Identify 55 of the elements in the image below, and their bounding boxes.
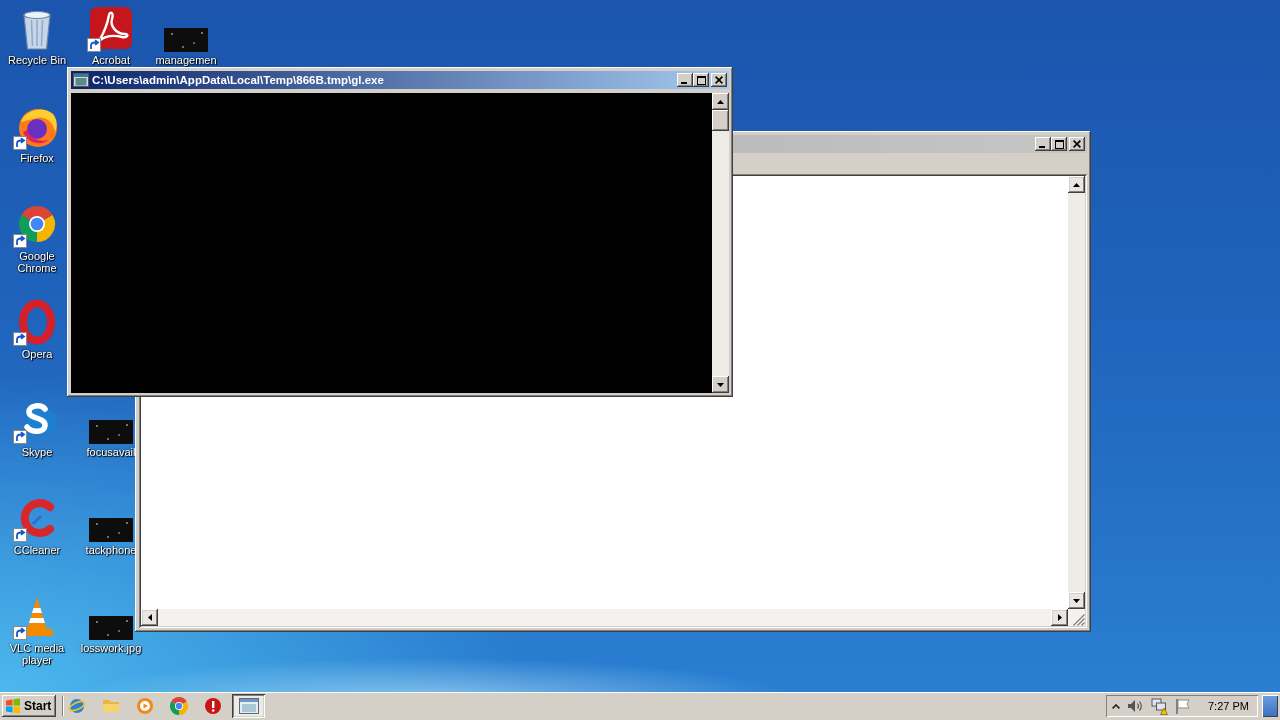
- flag-icon[interactable]: [1174, 697, 1192, 715]
- desktop-icon-label[interactable]: Opera: [21, 348, 53, 360]
- scroll-right-button[interactable]: [1051, 609, 1068, 626]
- network-warning-icon[interactable]: [1150, 697, 1168, 715]
- image-thumbnail-icon[interactable]: [89, 518, 133, 542]
- scroll-up-button[interactable]: [1068, 176, 1085, 193]
- maximize-icon: [696, 75, 706, 85]
- left-arrow-icon: [147, 614, 152, 621]
- maximize-button[interactable]: [1051, 137, 1067, 151]
- image-thumbnail-icon[interactable]: [164, 28, 208, 52]
- desktop-icon-label[interactable]: tackphone: [85, 544, 137, 556]
- speaker-icon[interactable]: [1126, 698, 1144, 714]
- image-thumbnail-icon[interactable]: [89, 616, 133, 640]
- scroll-down-button[interactable]: [712, 376, 729, 393]
- close-icon: [1073, 140, 1081, 148]
- taskbar-clock[interactable]: 7:27 PM: [1208, 697, 1249, 715]
- show-desktop-button[interactable]: [1262, 695, 1278, 717]
- scroll-up-button[interactable]: [712, 93, 729, 110]
- desktop-icon-label[interactable]: Acrobat: [92, 54, 130, 66]
- minimize-icon: [1038, 146, 1045, 148]
- scroll-left-button[interactable]: [141, 609, 158, 626]
- desktop-icon-label[interactable]: Recycle Bin: [7, 54, 67, 66]
- minimize-icon: [680, 82, 687, 84]
- segmented-circle-icon[interactable]: [170, 697, 188, 715]
- window-title: C:\Users\admin\AppData\Local\Temp\866B.tmp\gl.exe: [92, 73, 384, 87]
- start-button[interactable]: Start: [2, 695, 56, 717]
- desktop-icon-label[interactable]: focusavail: [86, 446, 136, 458]
- swirl-tile-icon[interactable]: [87, 4, 135, 52]
- window-icon: [73, 73, 89, 87]
- down-arrow-icon: [1073, 598, 1080, 603]
- desktop-icon-label[interactable]: Google Chrome: [5, 250, 69, 274]
- minimize-button[interactable]: [1035, 137, 1051, 151]
- taskbar-window-button[interactable]: [232, 694, 265, 718]
- up-arrow-icon: [717, 99, 724, 104]
- close-button[interactable]: [1069, 137, 1085, 151]
- desktop-icon-label[interactable]: Skype: [21, 446, 53, 458]
- down-arrow-icon: [717, 382, 724, 387]
- chevron-up-icon[interactable]: [1112, 703, 1120, 709]
- up-arrow-icon: [1073, 182, 1080, 187]
- close-icon: [715, 76, 723, 84]
- window-icon: [238, 698, 259, 714]
- size-grip-icon[interactable]: [1073, 614, 1085, 626]
- maximize-icon: [1054, 139, 1064, 149]
- close-button[interactable]: [711, 73, 727, 87]
- scroll-down-button[interactable]: [1068, 592, 1085, 609]
- minimize-button[interactable]: [677, 73, 693, 87]
- flag-logo-icon: [5, 698, 21, 714]
- right-arrow-icon: [1057, 614, 1062, 621]
- scrollbar-thumb[interactable]: [712, 110, 729, 131]
- maximize-button[interactable]: [693, 73, 709, 87]
- image-thumbnail-icon[interactable]: [89, 420, 133, 444]
- alert-circle-icon[interactable]: [204, 697, 222, 715]
- desktop-icon-label[interactable]: managemen: [155, 54, 217, 66]
- desktop-icon-label[interactable]: Firefox: [20, 152, 54, 164]
- globe-icon[interactable]: [68, 697, 86, 715]
